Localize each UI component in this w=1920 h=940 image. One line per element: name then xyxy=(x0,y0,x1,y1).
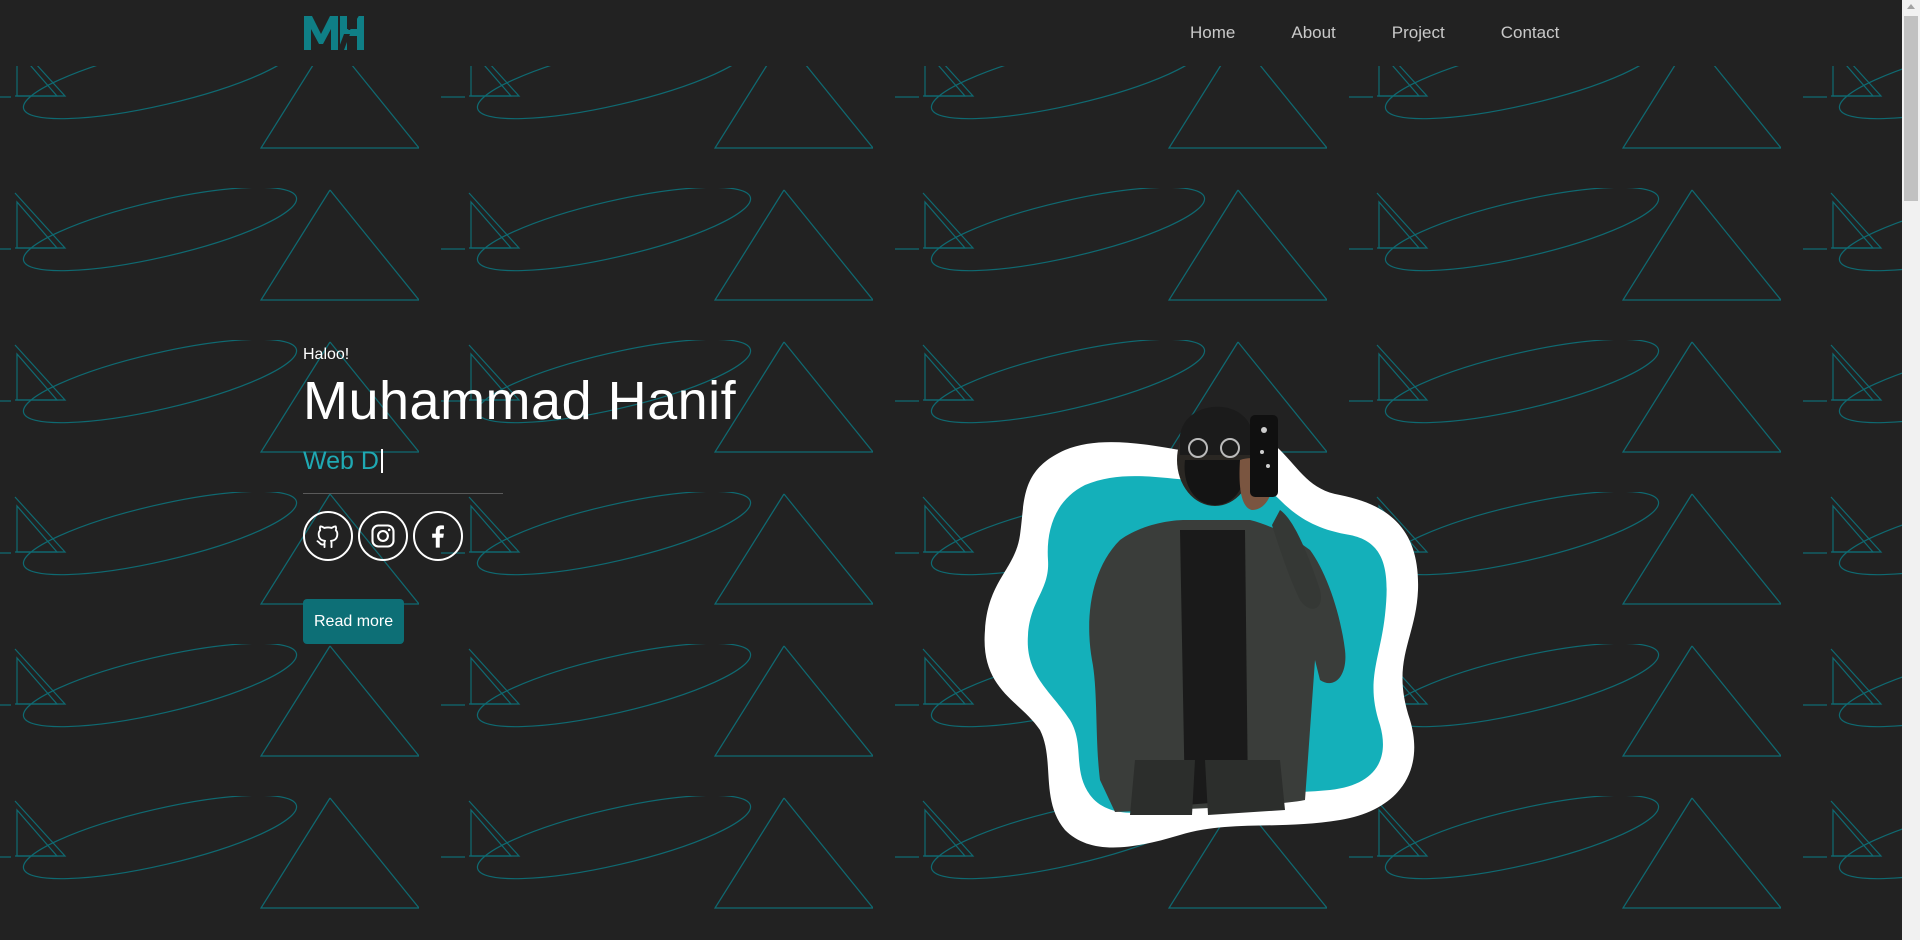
github-button[interactable] xyxy=(303,511,353,561)
background-pattern xyxy=(0,66,1902,940)
hero-section: Haloo! Muhammad Hanif Web D Read more xyxy=(303,346,736,644)
instagram-button[interactable] xyxy=(358,511,408,561)
read-more-button[interactable]: Read more xyxy=(303,599,405,644)
instagram-icon xyxy=(371,524,395,548)
github-icon xyxy=(316,525,339,549)
scrollbar-thumb[interactable] xyxy=(1904,16,1918,201)
nav-home[interactable]: Home xyxy=(1190,23,1235,43)
page-scrollbar[interactable] xyxy=(1902,0,1920,940)
nav-about[interactable]: About xyxy=(1291,23,1335,43)
facebook-button[interactable] xyxy=(413,511,463,561)
typed-role-text: Web D xyxy=(303,446,379,475)
nav-project[interactable]: Project xyxy=(1392,23,1445,43)
scroll-up-arrow-icon[interactable] xyxy=(1907,4,1915,9)
typing-caret xyxy=(380,449,383,473)
hero-name: Muhammad Hanif xyxy=(303,371,737,431)
facebook-icon xyxy=(432,525,444,548)
nav-contact[interactable]: Contact xyxy=(1501,23,1560,43)
navbar: Home About Project Contact xyxy=(0,0,1902,66)
page: Home About Project Contact Haloo! Muhamm… xyxy=(0,0,1920,940)
nav-links: Home About Project Contact xyxy=(1190,0,1559,66)
hero-divider xyxy=(303,493,503,494)
profile-portrait xyxy=(984,406,1419,848)
hero-greeting: Haloo! xyxy=(303,346,350,363)
typed-role: Web D xyxy=(303,446,736,476)
social-links xyxy=(303,511,736,561)
mh-logo[interactable] xyxy=(302,12,366,54)
